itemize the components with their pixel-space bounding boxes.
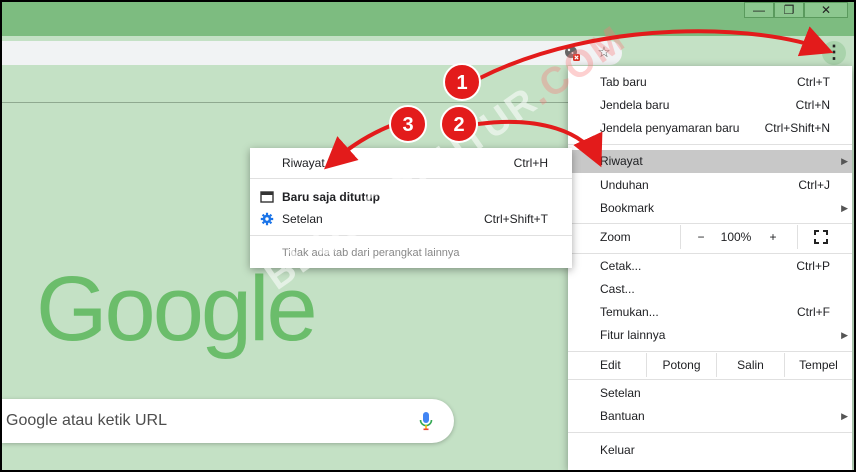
- menu-separator: [568, 253, 852, 254]
- submenu-item-shortcut: Ctrl+H: [513, 156, 548, 170]
- settings-gear-icon: [260, 212, 274, 226]
- menu-item-exit[interactable]: Keluar: [568, 439, 852, 462]
- maximize-button[interactable]: ❐: [774, 2, 804, 18]
- menu-item-settings[interactable]: Setelan: [568, 382, 852, 405]
- cut-button[interactable]: Potong: [646, 353, 716, 377]
- menu-separator: [568, 144, 852, 145]
- copy-button[interactable]: Salin: [716, 353, 784, 377]
- menu-item-label: Bantuan: [600, 409, 645, 423]
- chrome-main-menu: Tab baru Ctrl+T Jendela baru Ctrl+N Jend…: [568, 66, 852, 470]
- submenu-item-shortcut: Ctrl+Shift+T: [483, 212, 548, 226]
- menu-item-find[interactable]: Temukan... Ctrl+F: [568, 301, 852, 324]
- menu-item-label: Keluar: [600, 443, 635, 457]
- menu-item-new-window[interactable]: Jendela baru Ctrl+N: [568, 94, 852, 117]
- edit-label: Edit: [600, 358, 621, 372]
- menu-item-incognito[interactable]: Jendela penyamaran baru Ctrl+Shift+N: [568, 117, 852, 140]
- menu-separator: [568, 432, 852, 433]
- menu-item-label: Riwayat: [600, 154, 643, 168]
- menu-zoom-row: Zoom − 100% +: [568, 225, 852, 249]
- menu-item-downloads[interactable]: Unduhan Ctrl+J: [568, 174, 852, 197]
- zoom-level: 100%: [720, 230, 752, 244]
- submenu-item-settings[interactable]: Setelan Ctrl+Shift+T: [250, 208, 572, 230]
- zoom-in-button[interactable]: +: [766, 225, 780, 249]
- menu-item-label: Jendela penyamaran baru: [600, 121, 740, 135]
- menu-item-shortcut: Ctrl+N: [795, 98, 830, 112]
- menu-item-label: Tab baru: [600, 75, 647, 89]
- menu-item-shortcut: Ctrl+Shift+N: [764, 121, 830, 135]
- chevron-right-icon: ▶: [841, 411, 848, 421]
- microphone-icon[interactable]: [414, 409, 438, 433]
- menu-edit-row: Edit Potong Salin Tempel: [568, 353, 852, 377]
- menu-item-label: Setelan: [600, 386, 641, 400]
- menu-separator: [568, 223, 852, 224]
- paste-button[interactable]: Tempel: [784, 353, 852, 377]
- browser-toolbar: ☆ ⋮: [2, 36, 854, 68]
- minimize-button[interactable]: —: [744, 2, 774, 18]
- menu-item-label: Jendela baru: [600, 98, 670, 112]
- menu-item-shortcut: Ctrl+P: [796, 259, 830, 273]
- menu-item-label: Cetak...: [600, 259, 642, 273]
- menu-item-label: Bookmark: [600, 201, 655, 215]
- menu-item-more-tools[interactable]: Fitur lainnya ▶: [568, 324, 852, 347]
- menu-item-new-tab[interactable]: Tab baru Ctrl+T: [568, 71, 852, 94]
- menu-item-shortcut: Ctrl+J: [798, 178, 830, 192]
- window-icon: [260, 191, 274, 203]
- chevron-right-icon: ▶: [841, 156, 848, 166]
- menu-item-shortcut: Ctrl+T: [797, 75, 830, 89]
- menu-button[interactable]: ⋮: [822, 41, 846, 65]
- menu-item-label: Unduhan: [600, 178, 649, 192]
- zoom-out-button[interactable]: −: [694, 225, 708, 249]
- menu-item-help[interactable]: Bantuan ▶: [568, 405, 852, 428]
- window-controls: — ❐ ✕: [744, 2, 848, 20]
- menu-item-label: Temukan...: [600, 305, 659, 319]
- address-bar[interactable]: ☆: [2, 41, 622, 65]
- menu-item-shortcut: Ctrl+F: [797, 305, 830, 319]
- menu-separator: [568, 379, 852, 380]
- chevron-right-icon: ▶: [841, 203, 848, 213]
- menu-item-cast[interactable]: Cast...: [568, 278, 852, 301]
- close-window-button[interactable]: ✕: [804, 2, 848, 18]
- submenu-item-label: Riwayat: [282, 156, 325, 170]
- menu-item-history[interactable]: Riwayat ▶: [568, 150, 852, 173]
- zoom-label: Zoom: [600, 230, 631, 244]
- menu-separator: [568, 351, 852, 352]
- search-box[interactable]: [2, 399, 454, 443]
- menu-item-print[interactable]: Cetak... Ctrl+P: [568, 255, 852, 278]
- search-input[interactable]: [6, 399, 386, 443]
- chevron-right-icon: ▶: [841, 330, 848, 340]
- menu-item-label: Fitur lainnya: [600, 328, 666, 342]
- menu-item-bookmarks[interactable]: Bookmark ▶: [568, 197, 852, 220]
- fullscreen-icon[interactable]: [814, 230, 828, 244]
- menu-item-label: Cast...: [600, 282, 635, 296]
- title-bar: — ❐ ✕: [2, 2, 854, 36]
